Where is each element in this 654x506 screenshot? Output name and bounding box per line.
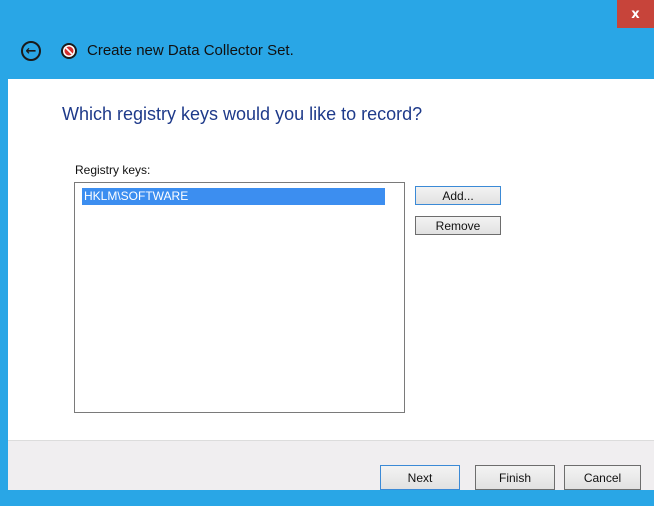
back-button[interactable]: ← <box>21 41 41 61</box>
remove-button[interactable]: Remove <box>415 216 501 235</box>
data-collector-icon <box>61 43 77 59</box>
finish-button[interactable]: Finish <box>475 465 555 490</box>
wizard-footer: Next Finish Cancel <box>8 440 654 490</box>
close-icon: x <box>631 6 640 22</box>
back-arrow-icon: ← <box>25 43 37 59</box>
cancel-button[interactable]: Cancel <box>564 465 641 490</box>
list-item[interactable]: HKLM\SOFTWARE <box>82 188 385 205</box>
page-heading: Which registry keys would you like to re… <box>62 104 423 124</box>
next-button[interactable]: Next <box>380 465 460 490</box>
window-title: Create new Data Collector Set. <box>87 42 294 59</box>
registry-keys-list[interactable]: HKLM\SOFTWARE <box>74 182 405 413</box>
wizard-content: Which registry keys would you like to re… <box>8 79 654 440</box>
wizard-window: x ← Create new Data Collector Set. Which… <box>0 0 654 506</box>
add-button[interactable]: Add... <box>415 186 501 205</box>
registry-keys-label: Registry keys: <box>75 163 151 177</box>
close-button[interactable]: x <box>617 0 654 28</box>
